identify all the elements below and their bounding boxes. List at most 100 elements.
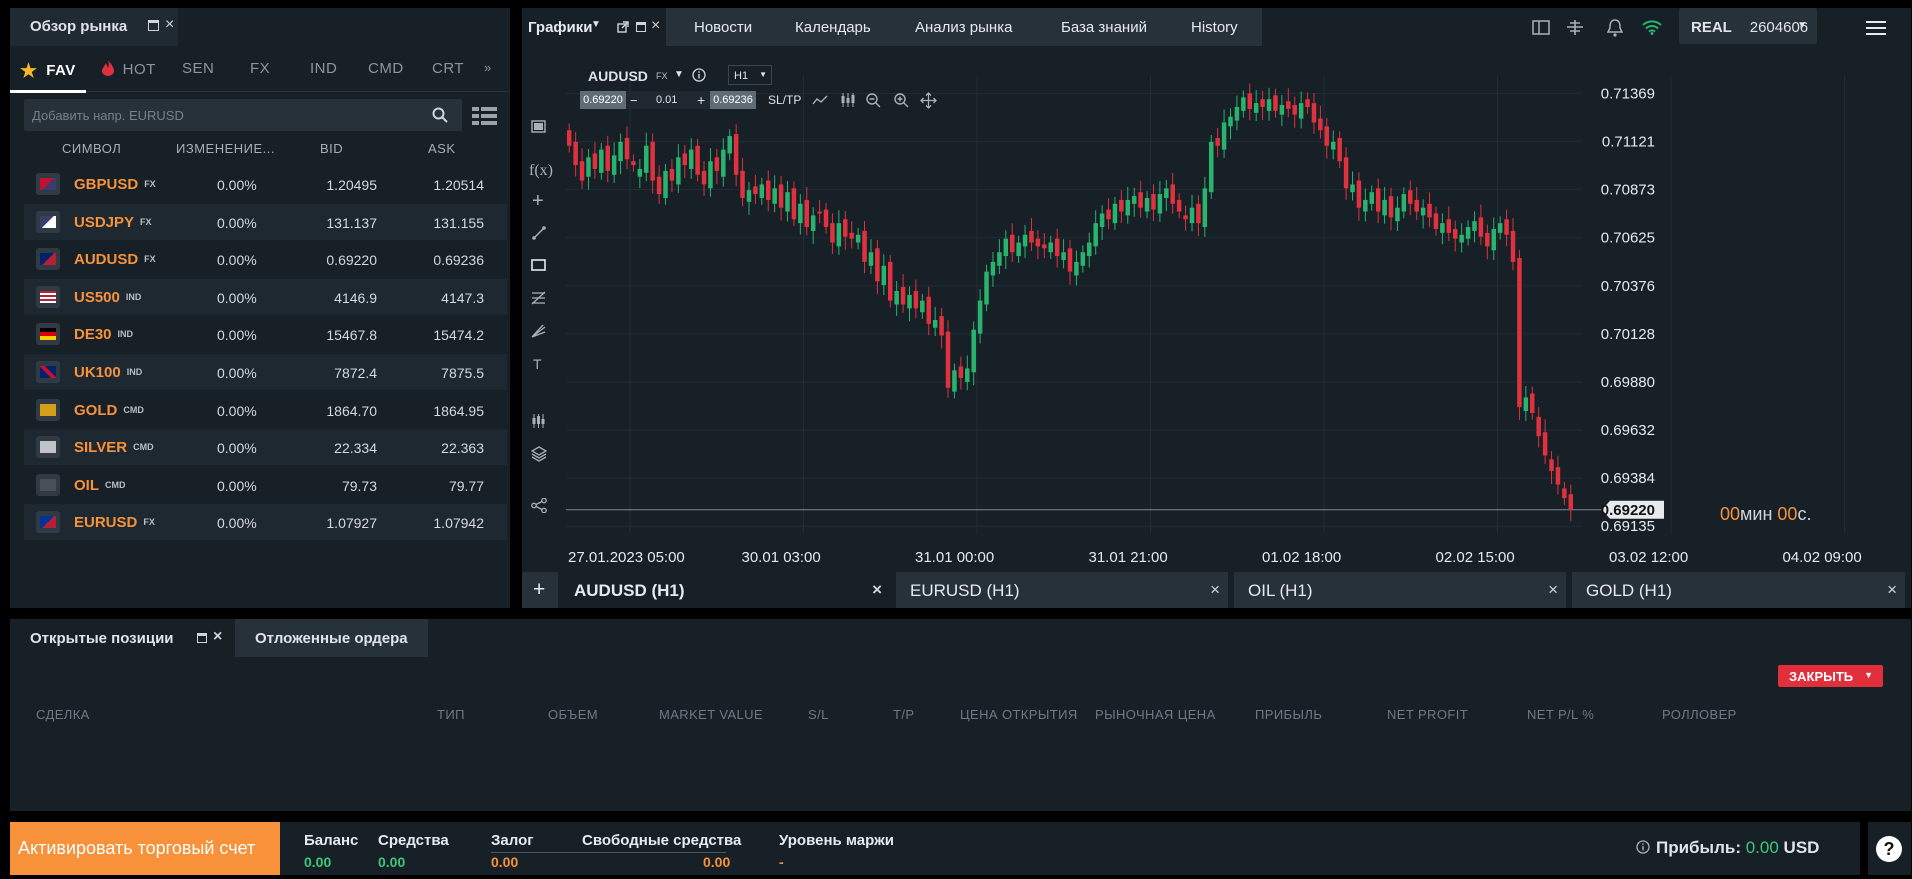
bell-icon[interactable] [1607,19,1623,37]
list-view-icon[interactable] [472,107,497,125]
col-profit[interactable]: ПРИБЫЛЬ [1255,707,1322,722]
maximize-icon[interactable] [197,633,207,643]
pitchfork-icon[interactable] [531,324,546,338]
info-icon[interactable] [1636,840,1650,854]
bid-value[interactable]: 79.73 [294,478,377,494]
symbol-name[interactable]: OIL CMD [74,477,126,494]
info-icon[interactable] [692,68,706,82]
bid-value[interactable]: 7872.4 [294,365,377,381]
rectangle-icon[interactable] [531,259,546,271]
close-icon[interactable]: × [872,580,882,600]
symbol-row[interactable]: OIL CMD 0.00% 79.73 79.77 [24,467,507,503]
symbol-name[interactable]: UK100 IND [74,364,142,381]
symbol-name[interactable]: GBPUSD FX [74,176,156,193]
close-icon[interactable]: × [1548,580,1558,600]
zoom-out-icon[interactable] [866,93,881,108]
buy-price-button[interactable]: 0.69236 [710,91,756,109]
col-tp[interactable]: T/P [893,707,914,722]
symbol-dropdown-icon[interactable]: ▼ [674,69,684,80]
volume-stepper[interactable]: − 0.01 + [626,91,710,109]
symbol-search[interactable] [24,99,462,131]
col-open-price[interactable]: ЦЕНА ОТКРЫТИЯ [960,707,1078,722]
ask-value[interactable]: 7875.5 [394,365,484,381]
bid-value[interactable]: 131.137 [294,215,377,231]
minus-icon[interactable]: − [630,93,638,108]
tab-ind[interactable]: IND [310,60,337,77]
dropdown-arrow-icon[interactable]: ▼ [591,19,601,30]
line-chart-icon[interactable] [812,94,828,106]
ask-value[interactable]: 131.155 [394,215,484,231]
volume-value[interactable]: 0.01 [656,94,677,106]
maximize-icon[interactable] [148,20,159,31]
symbol-row[interactable]: AUDUSD FX 0.00% 0.69220 0.69236 [24,241,507,277]
tab-fx[interactable]: FX [250,60,270,77]
col-net-profit[interactable]: NET PROFIT [1387,707,1468,722]
close-icon[interactable]: × [1210,580,1220,600]
candles-icon[interactable] [840,92,856,108]
symbol-name[interactable]: DE30 IND [74,326,133,343]
crosshair-icon[interactable]: + [532,190,544,213]
ask-value[interactable]: 1.20514 [394,177,484,193]
tab-knowledge-base[interactable]: База знаний [1061,19,1147,36]
close-icon[interactable]: × [213,628,222,646]
ask-value[interactable]: 4147.3 [394,290,484,306]
account-selector[interactable]: REAL 2604606 ▼ [1679,8,1817,44]
move-icon[interactable] [920,92,937,109]
col-rollover[interactable]: РОЛЛОВЕР [1662,707,1737,722]
maximize-icon[interactable] [636,22,646,32]
symbol-name[interactable]: AUDUSD FX [74,251,156,268]
col-market-value[interactable]: MARKET VALUE [659,707,763,722]
tab-market-analysis[interactable]: Анализ рынка [915,19,1012,36]
symbol-row[interactable]: UK100 IND 0.00% 7872.4 7875.5 [24,354,507,390]
tab-open-positions[interactable]: Открытые позиции × [10,619,235,657]
chart-symbol[interactable]: AUDUSD [588,68,648,84]
tab-fav[interactable]: ★ FAV [20,60,76,83]
symbol-search-input[interactable] [32,105,412,125]
symbol-row[interactable]: USDJPY FX 0.00% 131.137 131.155 [24,203,507,240]
tab-history[interactable]: History [1191,19,1238,36]
chart-tab-audusd[interactable]: AUDUSD (H1) × [560,572,890,608]
column-symbol[interactable]: СИМВОЛ [62,141,121,156]
more-tabs-icon[interactable]: » [484,60,492,75]
bid-value[interactable]: 1.07927 [294,515,377,531]
symbol-row[interactable]: GOLD CMD 0.00% 1864.70 1864.95 [24,392,507,428]
close-icon[interactable]: × [165,16,174,34]
ask-value[interactable]: 79.77 [394,478,484,494]
bid-value[interactable]: 0.69220 [294,252,377,268]
layers-icon[interactable] [531,446,547,462]
search-icon[interactable] [432,107,448,123]
ask-value[interactable]: 0.69236 [394,252,484,268]
tab-hot[interactable]: HOT [102,60,156,78]
column-change[interactable]: ИЗМЕНЕНИЕ... [176,141,275,156]
ask-value[interactable]: 15474.2 [394,327,484,343]
tab-crt[interactable]: CRT [432,60,464,77]
plus-icon[interactable]: + [697,92,705,108]
tab-news[interactable]: Новости [694,19,752,36]
dropdown-arrow-icon[interactable]: ▼ [1864,670,1873,680]
text-tool-icon[interactable]: T [533,356,542,372]
fibonacci-icon[interactable] [531,291,546,305]
col-volume[interactable]: ОБЪЕМ [548,707,598,722]
ask-value[interactable]: 22.363 [394,440,484,456]
tab-calendar[interactable]: Календарь [795,19,871,36]
symbol-row[interactable]: SILVER CMD 0.00% 22.334 22.363 [24,429,507,466]
chart-tab-eurusd[interactable]: EURUSD (H1) × [896,572,1228,608]
tab-sen[interactable]: SEN [182,60,214,77]
col-type[interactable]: ТИП [437,707,465,722]
col-deal[interactable]: СДЕЛКА [36,707,90,722]
add-chart-button[interactable]: + [522,572,558,608]
indicators-icon[interactable]: f(x) [529,162,553,180]
col-net-pl-percent[interactable]: NET P/L % [1527,707,1594,722]
activate-account-button[interactable]: Активировать торговый счет [10,822,280,875]
symbol-row[interactable]: DE30 IND 0.00% 15467.8 15474.2 [24,316,507,352]
bid-value[interactable]: 22.334 [294,440,377,456]
exchange-icon[interactable] [1564,19,1586,36]
price-chart[interactable]: 0.71369 0.71121 0.70873 0.70625 0.70376 0.701… [522,46,1911,572]
col-sl[interactable]: S/L [808,707,829,722]
zoom-in-icon[interactable] [894,93,909,108]
symbol-name[interactable]: GOLD CMD [74,402,144,419]
share-icon[interactable] [531,498,547,513]
symbol-name[interactable]: EURUSD FX [74,514,155,531]
help-icon[interactable]: ? [1876,836,1902,862]
tab-charts[interactable]: Графики ▼ × [522,8,666,46]
